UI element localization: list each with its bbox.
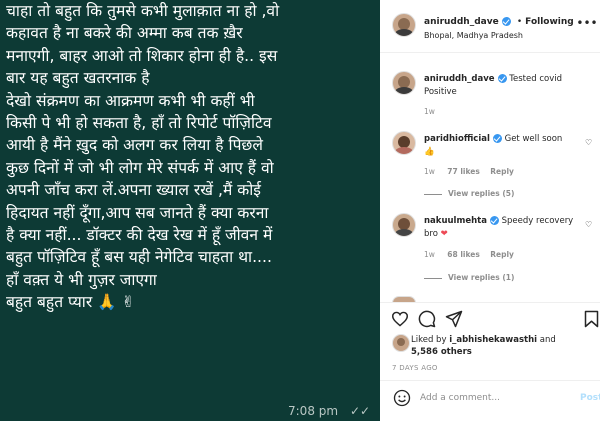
- view-replies-button[interactable]: View replies (5): [424, 189, 514, 198]
- caption-avatar[interactable]: [392, 71, 416, 95]
- likes-count[interactable]: 5,586 others: [411, 347, 472, 357]
- actions-divider: [380, 302, 600, 303]
- liked-by-suffix: and: [539, 335, 556, 345]
- comment-username[interactable]: paridhiofficial: [424, 134, 490, 144]
- message-line: है क्या नहीं... डॉक्टर की देख रेख में हू…: [6, 226, 273, 245]
- message-line: देखो संक्रमण का आक्रमण कभी भी कहीं भी: [6, 91, 255, 110]
- message-line: बार यह बहुत खतरनाक है: [6, 69, 150, 88]
- comment-likes[interactable]: 68 likes: [447, 250, 480, 259]
- comment-age: 1w: [424, 250, 435, 259]
- share-icon[interactable]: [444, 309, 464, 329]
- message-text: चाहा तो बहुत कि तुमसे कभी मुलाक़ात ना हो…: [6, 0, 374, 314]
- comment-likes[interactable]: 77 likes: [447, 167, 480, 176]
- reply-button[interactable]: Reply: [490, 167, 514, 176]
- following-button[interactable]: Following: [525, 17, 574, 27]
- caption: aniruddh_dave Tested covid Positive: [424, 73, 594, 99]
- smiley-icon[interactable]: [392, 388, 412, 408]
- caption-age: 1w: [424, 107, 435, 116]
- verified-badge-icon: [497, 74, 507, 83]
- comment-icon[interactable]: [417, 309, 437, 329]
- message-line: किसी पे भी हो सकता है, हाँ तो रिपोर्ट पॉ…: [6, 114, 272, 133]
- post-side-panel: aniruddh_dave • Following Bhopal, Madhya …: [380, 0, 600, 421]
- read-ticks: ✓✓: [350, 404, 371, 418]
- message-line: बहुत बहुत प्यार 🙏 ✌: [6, 293, 135, 312]
- liked-by: Liked by i_abhishekawasthi and 5,586 oth…: [411, 334, 596, 358]
- message-line: हिदायत नहीं दूँगा,आप सब जानते हैं क्या क…: [6, 203, 269, 222]
- caption-username[interactable]: aniruddh_dave: [424, 74, 495, 84]
- view-replies-label: View replies (1): [448, 273, 515, 282]
- post-date: 7 DAYS AGO: [392, 364, 438, 372]
- liked-by-user[interactable]: i_abhishekawasthi: [449, 335, 537, 345]
- message-line: मनाएगी, बाहर आओ तो शिकार होना ही है.. इस: [6, 46, 278, 65]
- comment-like-icon[interactable]: ♡: [585, 220, 592, 229]
- comment-meta: 1w 77 likes Reply: [424, 167, 514, 176]
- bookmark-icon[interactable]: [582, 309, 600, 329]
- comment-input[interactable]: Add a comment...: [420, 393, 500, 403]
- comment-like-icon[interactable]: ♡: [585, 138, 592, 147]
- comment-avatar[interactable]: [392, 131, 416, 155]
- header-divider: [380, 52, 600, 53]
- comment-box-divider: [380, 380, 600, 381]
- comment-age: 1w: [424, 167, 435, 176]
- message-line: कुछ दिनों में जो भी लोग मेरे संपर्क में …: [6, 158, 274, 177]
- verified-badge-icon: [489, 216, 499, 225]
- replies-line: [424, 193, 442, 195]
- thumbs-up-emoji: 👍: [424, 147, 435, 157]
- post-comment-button[interactable]: Post: [580, 393, 600, 403]
- message-line: आयी है मैंने ख़ुद को अलग कर लिया है पिछल…: [6, 136, 263, 155]
- replies-line: [424, 277, 442, 279]
- comment-text: Get well soon: [504, 134, 563, 144]
- comment-meta: 1w 68 likes Reply: [424, 250, 514, 259]
- comment-1: paridhiofficial Get well soon 👍: [424, 133, 584, 159]
- message-line: बहुत पॉज़िटिव हूँ बस यही नेगेटिव चाहता थ…: [6, 248, 272, 267]
- comment-avatar[interactable]: [392, 213, 416, 237]
- message-line: चाहा तो बहुत कि तुमसे कभी मुलाक़ात ना हो…: [6, 2, 280, 20]
- reply-button[interactable]: Reply: [490, 250, 514, 259]
- liker-avatar[interactable]: [392, 334, 410, 352]
- view-replies-label: View replies (5): [448, 189, 515, 198]
- liked-by-prefix: Liked by: [411, 335, 447, 345]
- message-line: कहावत है ना बकरे की अम्मा कब तक ख़ैर: [6, 24, 243, 43]
- header-username[interactable]: aniruddh_dave: [424, 17, 499, 27]
- heart-icon[interactable]: [390, 309, 410, 329]
- verified-badge-icon: [492, 134, 502, 143]
- message-time: 7:08 pm: [288, 404, 339, 418]
- header-user: aniruddh_dave • Following: [424, 17, 574, 27]
- message-line: अपनी जाँच करा लें.अपना ख्याल रखें ,मैं क…: [6, 181, 261, 200]
- verified-badge-icon: [501, 17, 511, 26]
- view-replies-button[interactable]: View replies (1): [424, 273, 514, 282]
- message-line: हाँ वक़्त ये भी गुज़र जाएगा: [6, 270, 157, 289]
- post-location[interactable]: Bhopal, Madhya Pradesh: [424, 31, 523, 40]
- comment-2: nakuulmehta Speedy recovery bro ❤: [424, 215, 584, 241]
- dot-separator: •: [516, 17, 523, 27]
- more-options-icon[interactable]: •••: [576, 16, 597, 30]
- comment-username[interactable]: nakuulmehta: [424, 216, 487, 226]
- post-image: चाहा तो बहुत कि तुमसे कभी मुलाक़ात ना हो…: [0, 0, 380, 421]
- red-heart-emoji: ❤: [440, 229, 448, 239]
- author-avatar[interactable]: [392, 13, 416, 37]
